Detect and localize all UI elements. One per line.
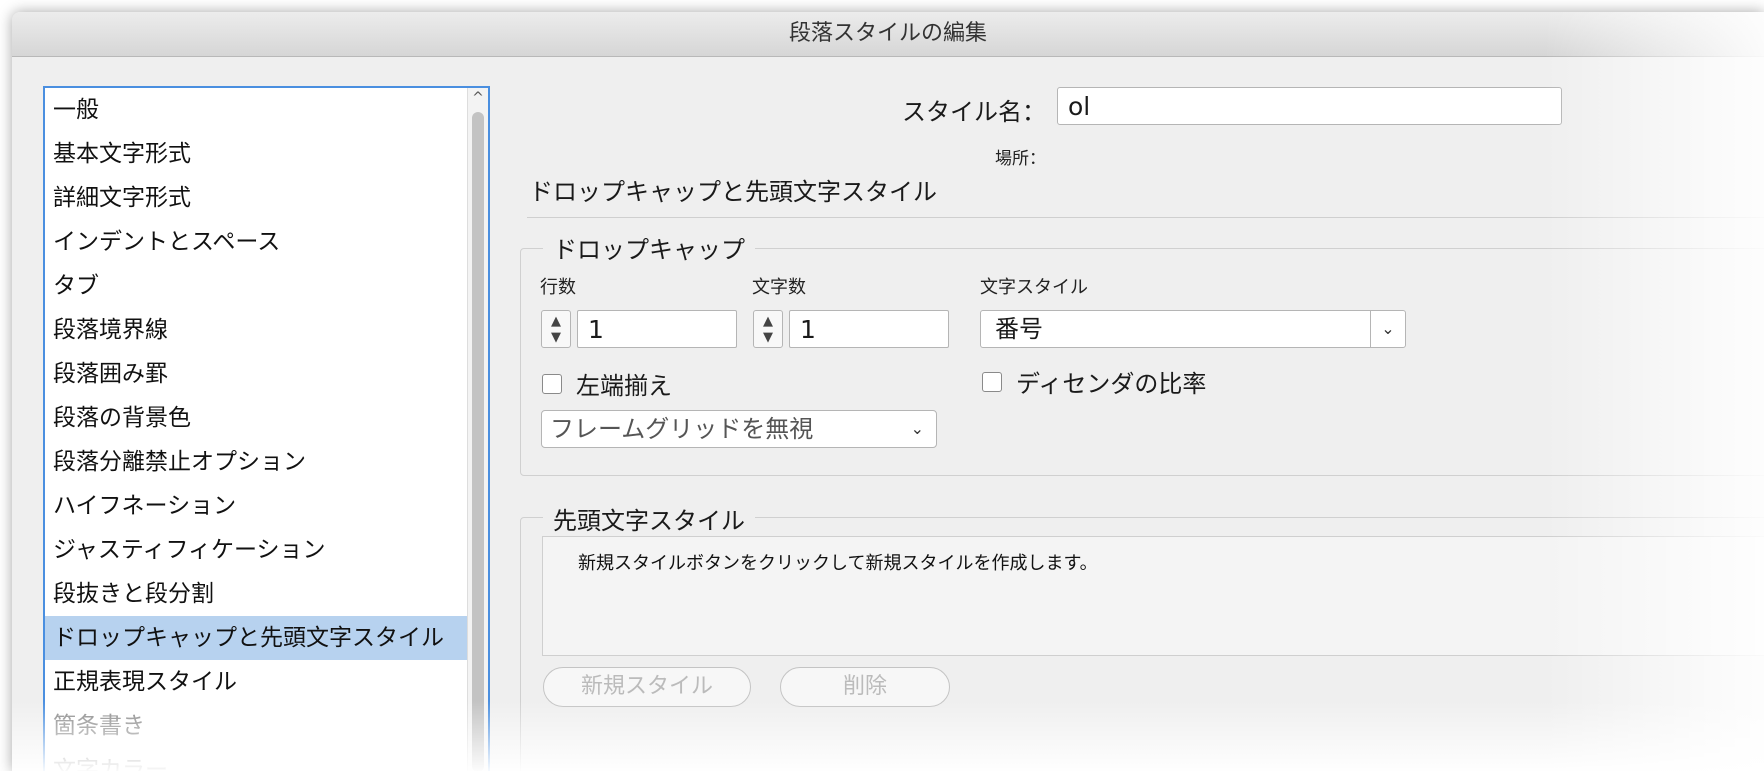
frame-grid-select[interactable]: フレームグリッドを無視 ⌄ [541, 410, 937, 448]
lines-input[interactable]: 1 [577, 310, 737, 348]
descender-checkbox[interactable] [982, 371, 1002, 392]
char-style-label: 文字スタイル [980, 277, 1088, 298]
chars-label: 文字数 [752, 277, 806, 298]
sidebar-item-bullets[interactable]: 箇条書き [45, 704, 473, 748]
chars-input[interactable]: 1 [789, 310, 949, 348]
drop-cap-legend: ドロップキャップ [543, 230, 755, 265]
sidebar-item-advanced-character-formats[interactable]: 詳細文字形式 [45, 176, 473, 220]
frame-grid-value: フレームグリッドを無視 [550, 415, 814, 443]
sidebar-item-paragraph-border[interactable]: 段落囲み罫 [45, 352, 473, 396]
sidebar-item-tabs[interactable]: タブ [45, 264, 473, 308]
descender-label: ディセンダの比率 [1016, 370, 1207, 398]
sidebar-item-grep-style[interactable]: 正規表現スタイル [45, 660, 473, 704]
scroll-up-icon[interactable]: ^ [470, 90, 486, 106]
lines-label: 行数 [540, 277, 576, 298]
char-style-value: 番号 [995, 315, 1043, 343]
nested-styles-list[interactable]: 新規スタイルボタンをクリックして新規スタイルを作成します。 [542, 536, 1764, 656]
sidebar-item-basic-character-formats[interactable]: 基本文字形式 [45, 132, 473, 176]
sidebar-item-drop-caps-nested-styles[interactable]: ドロップキャップと先頭文字スタイル [45, 616, 473, 660]
sidebar-item-hyphenation[interactable]: ハイフネーション [45, 484, 473, 528]
sidebar-scrollbar[interactable]: ^ [467, 88, 488, 771]
window-title: 段落スタイルの編集 [12, 12, 1764, 57]
sidebar-item-justification[interactable]: ジャスティフィケーション [45, 528, 473, 572]
scroll-thumb[interactable] [472, 112, 484, 771]
sidebar-item-character-color[interactable]: 文字カラー [45, 748, 473, 771]
sidebar-item-paragraph-rules[interactable]: 段落境界線 [45, 308, 473, 352]
style-name-label: スタイル名： [902, 98, 1046, 126]
section-divider [527, 217, 1764, 218]
sidebar-item-indents-and-spacing[interactable]: インデントとスペース [45, 220, 473, 264]
align-left-option[interactable]: 左端揃え [542, 366, 672, 401]
location-label: 場所： [995, 149, 1046, 169]
sidebar-item-general[interactable]: 一般 [45, 88, 473, 132]
sidebar-item-span-columns[interactable]: 段抜きと段分割 [45, 572, 473, 616]
descender-option[interactable]: ディセンダの比率 [982, 364, 1206, 399]
sidebar-item-keep-options[interactable]: 段落分離禁止オプション [45, 440, 473, 484]
align-left-checkbox[interactable] [542, 373, 562, 394]
chars-stepper[interactable]: ▲ ▼ [753, 310, 783, 348]
style-name-input[interactable]: ol [1057, 87, 1562, 125]
align-left-label: 左端揃え [576, 372, 672, 400]
stepper-down-icon[interactable]: ▼ [542, 330, 570, 345]
chevron-down-icon: ⌄ [910, 419, 924, 438]
new-style-button[interactable]: 新規スタイル [543, 667, 751, 707]
chevron-down-icon[interactable]: ⌄ [1370, 311, 1405, 347]
paragraph-style-dialog: 段落スタイルの編集 一般 基本文字形式 詳細文字形式 インデントとスペース タブ… [12, 12, 1764, 771]
category-list[interactable]: 一般 基本文字形式 詳細文字形式 インデントとスペース タブ 段落境界線 段落囲… [43, 86, 490, 771]
lines-stepper[interactable]: ▲ ▼ [541, 310, 571, 348]
nested-styles-message: 新規スタイルボタンをクリックして新規スタイルを作成します。 [578, 553, 1098, 574]
section-title: ドロップキャップと先頭文字スタイル [529, 178, 937, 206]
char-style-combo[interactable]: 番号 ⌄ [980, 310, 1406, 348]
stepper-down-icon[interactable]: ▼ [754, 330, 782, 345]
delete-button[interactable]: 削除 [780, 667, 950, 707]
stepper-up-icon[interactable]: ▲ [754, 314, 782, 329]
nested-styles-legend: 先頭文字スタイル [543, 501, 755, 536]
sidebar-item-paragraph-shading[interactable]: 段落の背景色 [45, 396, 473, 440]
stepper-up-icon[interactable]: ▲ [542, 314, 570, 329]
